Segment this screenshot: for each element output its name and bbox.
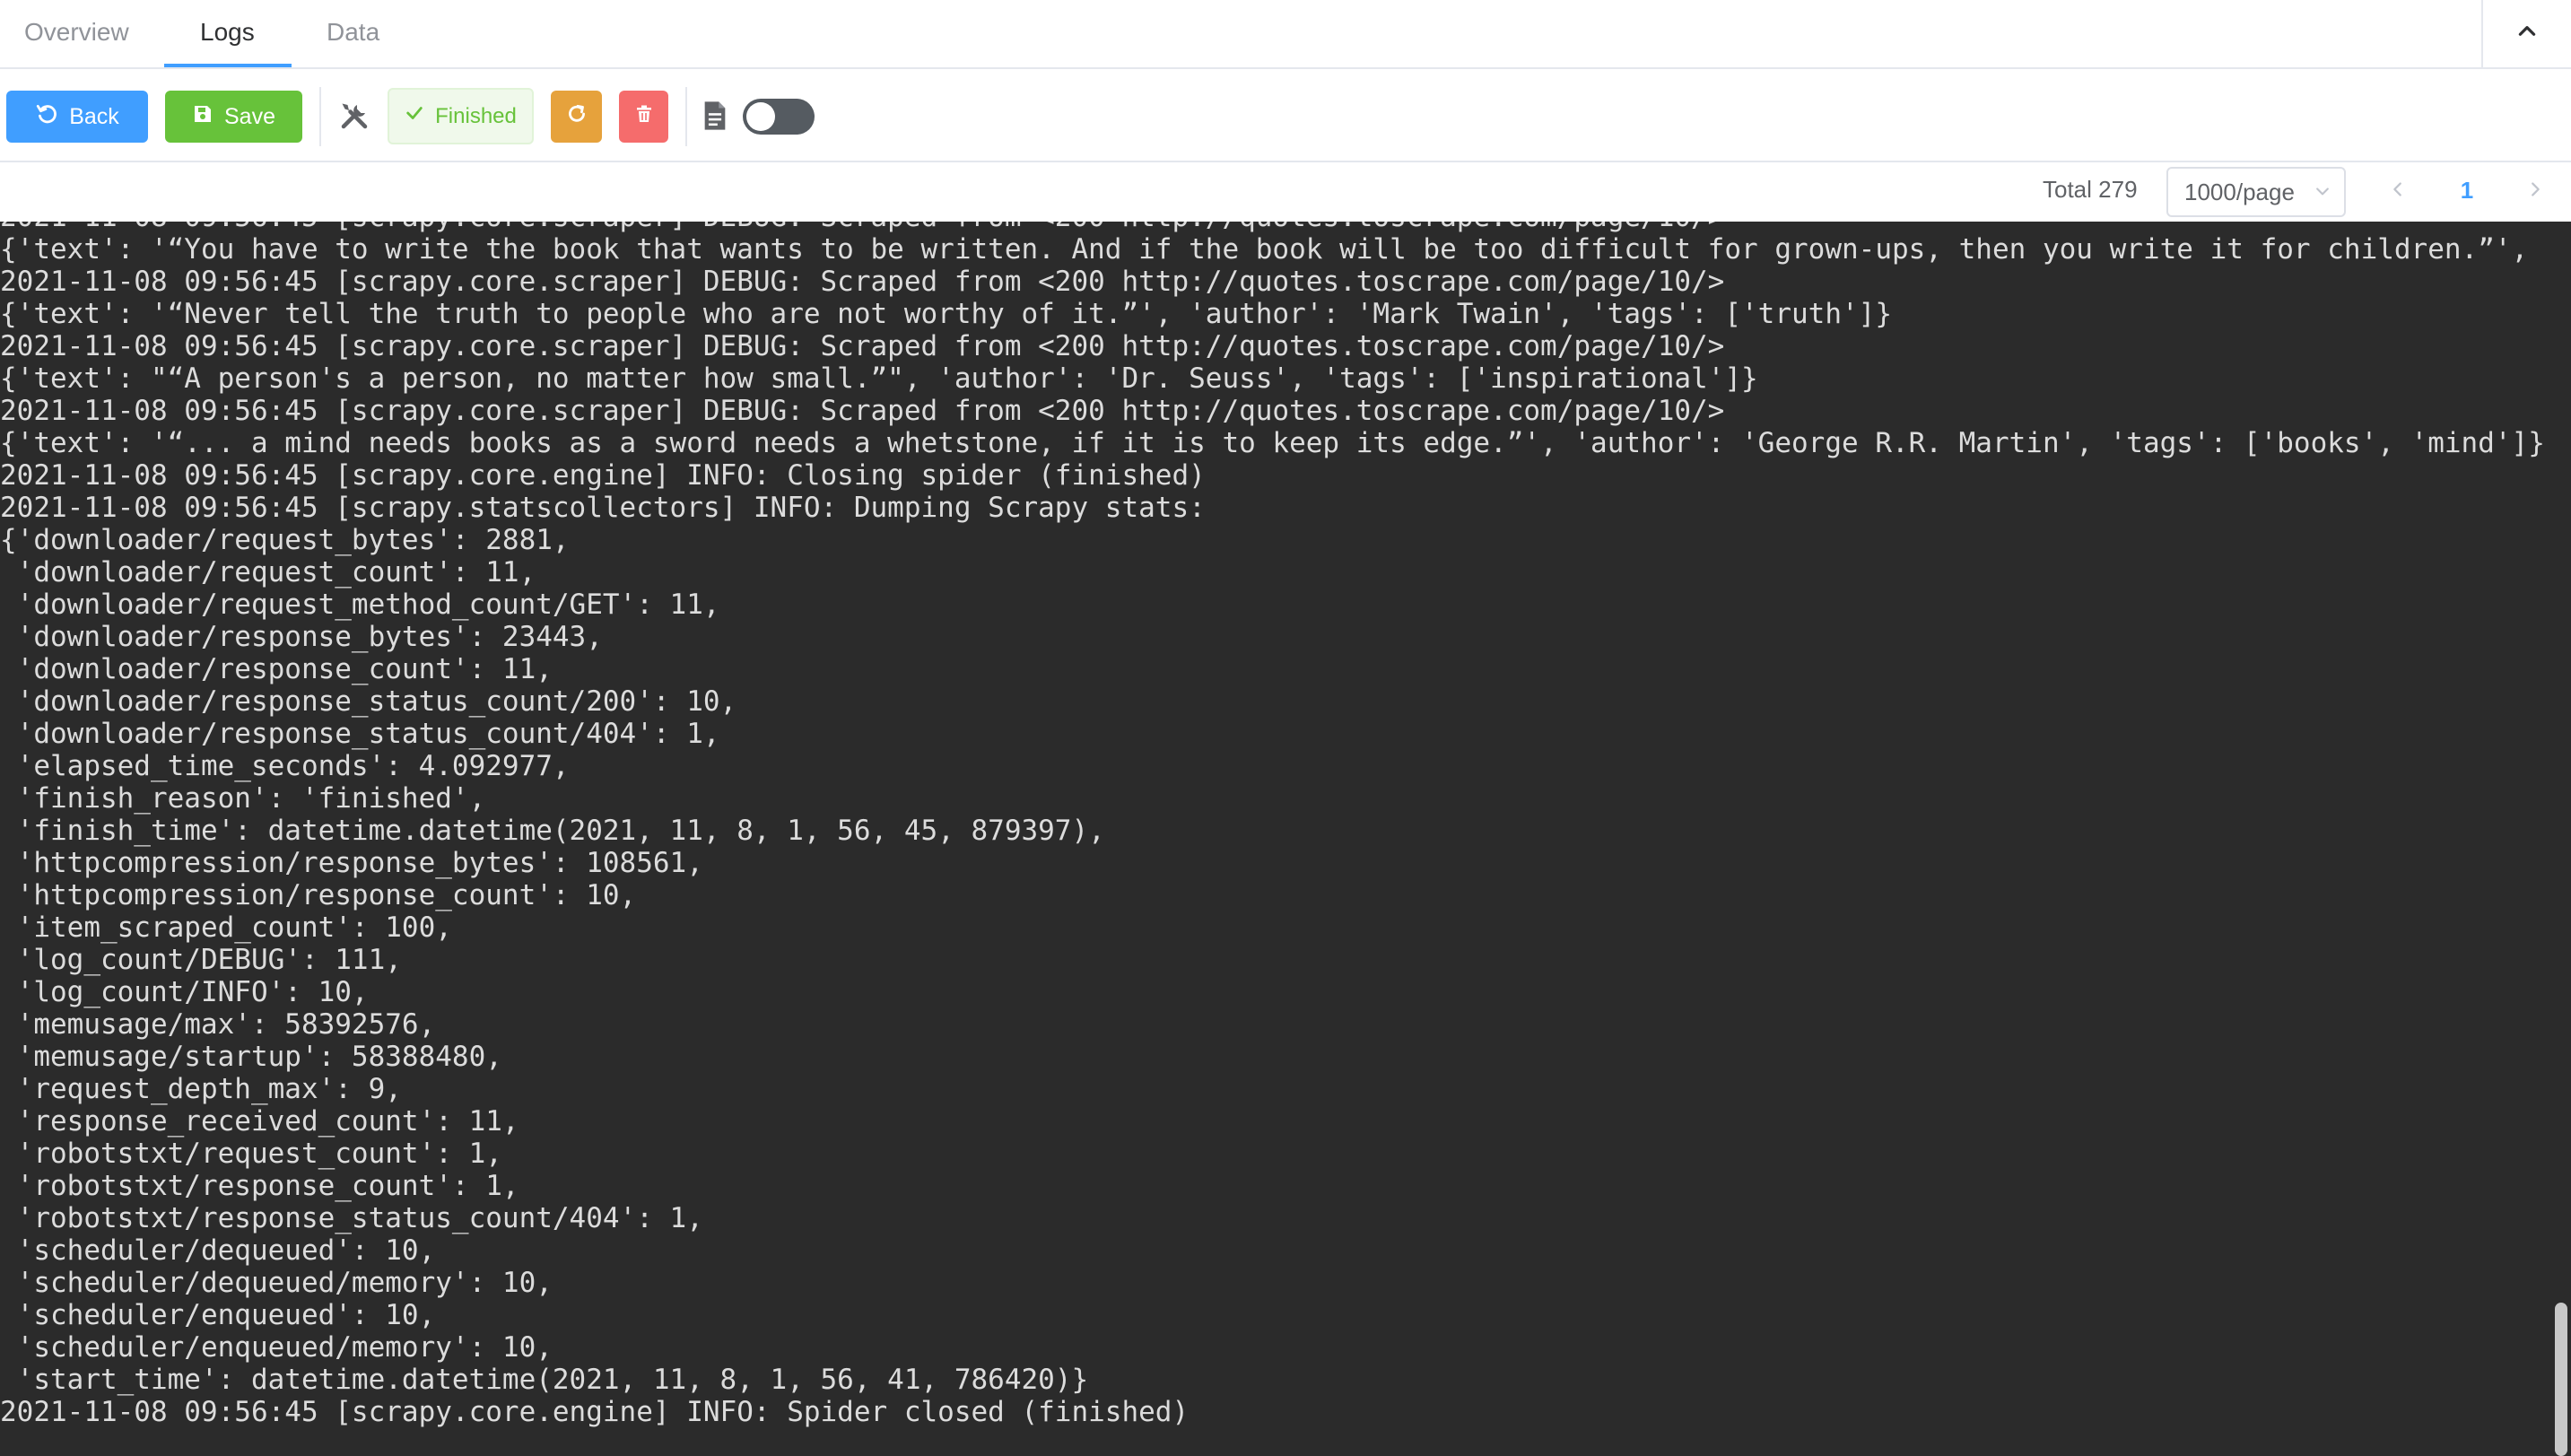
log-line: 2021-11-08 09:56:45 [scrapy.core.scraper…: [0, 330, 1725, 362]
log-line: 'robotstxt/request_count': 1,: [0, 1138, 502, 1170]
log-line: 'downloader/request_count': 11,: [0, 556, 536, 589]
log-line: 2021-11-08 09:56:45 [scrapy.core.engine]…: [0, 459, 1206, 492]
chevron-right-icon: [2525, 179, 2545, 204]
tools-icon[interactable]: [335, 96, 374, 135]
chevron-left-icon: [2388, 179, 2408, 204]
chevron-up-icon: [2515, 20, 2539, 48]
log-line: 'downloader/response_count': 11,: [0, 653, 553, 685]
check-icon: [405, 103, 424, 129]
log-line: 'elapsed_time_seconds': 4.092977,: [0, 750, 570, 782]
log-line: 'robotstxt/response_status_count/404': 1…: [0, 1202, 703, 1234]
job-toolbar: Back Save Finished: [0, 69, 2571, 162]
pagination: Total 279 1000/page 1: [0, 162, 2571, 222]
refresh-icon: [565, 102, 588, 132]
log-scrollbar[interactable]: [2551, 222, 2571, 1456]
chevron-down-icon: [2314, 169, 2331, 215]
page-size-value: 1000/page: [2184, 179, 2295, 205]
log-line: 2021-11-08 09:56:45 [scrapy.core.scraper…: [0, 222, 2551, 233]
back-label: Back: [69, 103, 119, 129]
log-toggle-switch[interactable]: [743, 99, 815, 135]
collapse-button[interactable]: [2481, 0, 2571, 67]
trash-icon: [633, 103, 655, 131]
log-line: 'finish_time': datetime.datetime(2021, 1…: [0, 815, 1105, 847]
tab-data[interactable]: Data: [327, 0, 379, 67]
next-page-button[interactable]: [2519, 173, 2551, 209]
log-line: 2021-11-08 09:56:45 [scrapy.core.scraper…: [0, 395, 1725, 427]
active-tab-indicator: [164, 64, 292, 67]
page-number-current[interactable]: 1: [2449, 177, 2485, 205]
log-line: 'finish_reason': 'finished',: [0, 782, 486, 815]
status-label: Finished: [435, 103, 517, 128]
scrollbar-thumb[interactable]: [2555, 1303, 2567, 1456]
switch-knob: [746, 102, 775, 131]
log-line: {'text': '“You have to write the book th…: [0, 233, 2551, 266]
log-line: {'text': '“Never tell the truth to peopl…: [0, 298, 1892, 330]
save-label: Save: [224, 103, 275, 129]
save-button[interactable]: Save: [165, 91, 302, 143]
log-line: 'httpcompression/response_count': 10,: [0, 879, 637, 911]
log-line: 'downloader/response_status_count/404': …: [0, 718, 720, 750]
log-line: 'start_time': datetime.datetime(2021, 11…: [0, 1364, 1089, 1396]
status-badge: Finished: [388, 88, 534, 144]
page-size-select[interactable]: 1000/page: [2166, 167, 2346, 217]
save-icon: [192, 103, 214, 131]
total-count: Total 279: [2043, 176, 2138, 203]
log-line: 'memusage/startup': 58388480,: [0, 1041, 502, 1073]
log-line: {'text': "“A person's a person, no matte…: [0, 362, 1758, 395]
log-line: 'item_scraped_count': 100,: [0, 911, 452, 944]
file-icon[interactable]: [695, 96, 735, 135]
log-line: 'downloader/request_method_count/GET': 1…: [0, 589, 720, 621]
log-line: 'log_count/INFO': 10,: [0, 976, 369, 1008]
log-line: 'request_depth_max': 9,: [0, 1073, 402, 1105]
log-line: 'scheduler/dequeued/memory': 10,: [0, 1267, 553, 1299]
log-line: 'memusage/max': 58392576,: [0, 1008, 436, 1041]
back-button[interactable]: Back: [6, 91, 148, 143]
tab-logs[interactable]: Logs: [200, 0, 255, 67]
log-line: 'scheduler/enqueued': 10,: [0, 1299, 436, 1331]
prev-page-button[interactable]: [2382, 173, 2414, 209]
tab-bar: Overview Logs Data: [0, 0, 2571, 69]
toolbar-divider: [685, 87, 687, 146]
log-line: 2021-11-08 09:56:45 [scrapy.statscollect…: [0, 492, 1206, 524]
log-line: 'robotstxt/response_count': 1,: [0, 1170, 519, 1202]
log-line: 2021-11-08 09:56:45 [scrapy.core.scraper…: [0, 266, 1725, 298]
log-line: 'scheduler/enqueued/memory': 10,: [0, 1331, 553, 1364]
undo-icon: [35, 102, 58, 132]
log-line: {'text': '“... a mind needs books as a s…: [0, 427, 2545, 459]
delete-button[interactable]: [619, 91, 668, 143]
log-line: {'downloader/request_bytes': 2881,: [0, 524, 570, 556]
log-content: 2021-11-08 09:56:45 [scrapy.core.scraper…: [0, 222, 2551, 1428]
toolbar-divider: [319, 87, 321, 146]
log-line: 'response_received_count': 11,: [0, 1105, 519, 1138]
log-line: 2021-11-08 09:56:45 [scrapy.core.engine]…: [0, 1396, 1190, 1428]
restart-button[interactable]: [551, 91, 602, 143]
log-line: 'scheduler/dequeued': 10,: [0, 1234, 436, 1267]
tab-overview[interactable]: Overview: [24, 0, 129, 67]
log-line: 'log_count/DEBUG': 111,: [0, 944, 402, 976]
log-line: 'httpcompression/response_bytes': 108561…: [0, 847, 703, 879]
log-viewer[interactable]: 2021-11-08 09:56:45 [scrapy.core.scraper…: [0, 222, 2551, 1456]
log-line: 'downloader/response_bytes': 23443,: [0, 621, 603, 653]
log-line: 'downloader/response_status_count/200': …: [0, 685, 737, 718]
